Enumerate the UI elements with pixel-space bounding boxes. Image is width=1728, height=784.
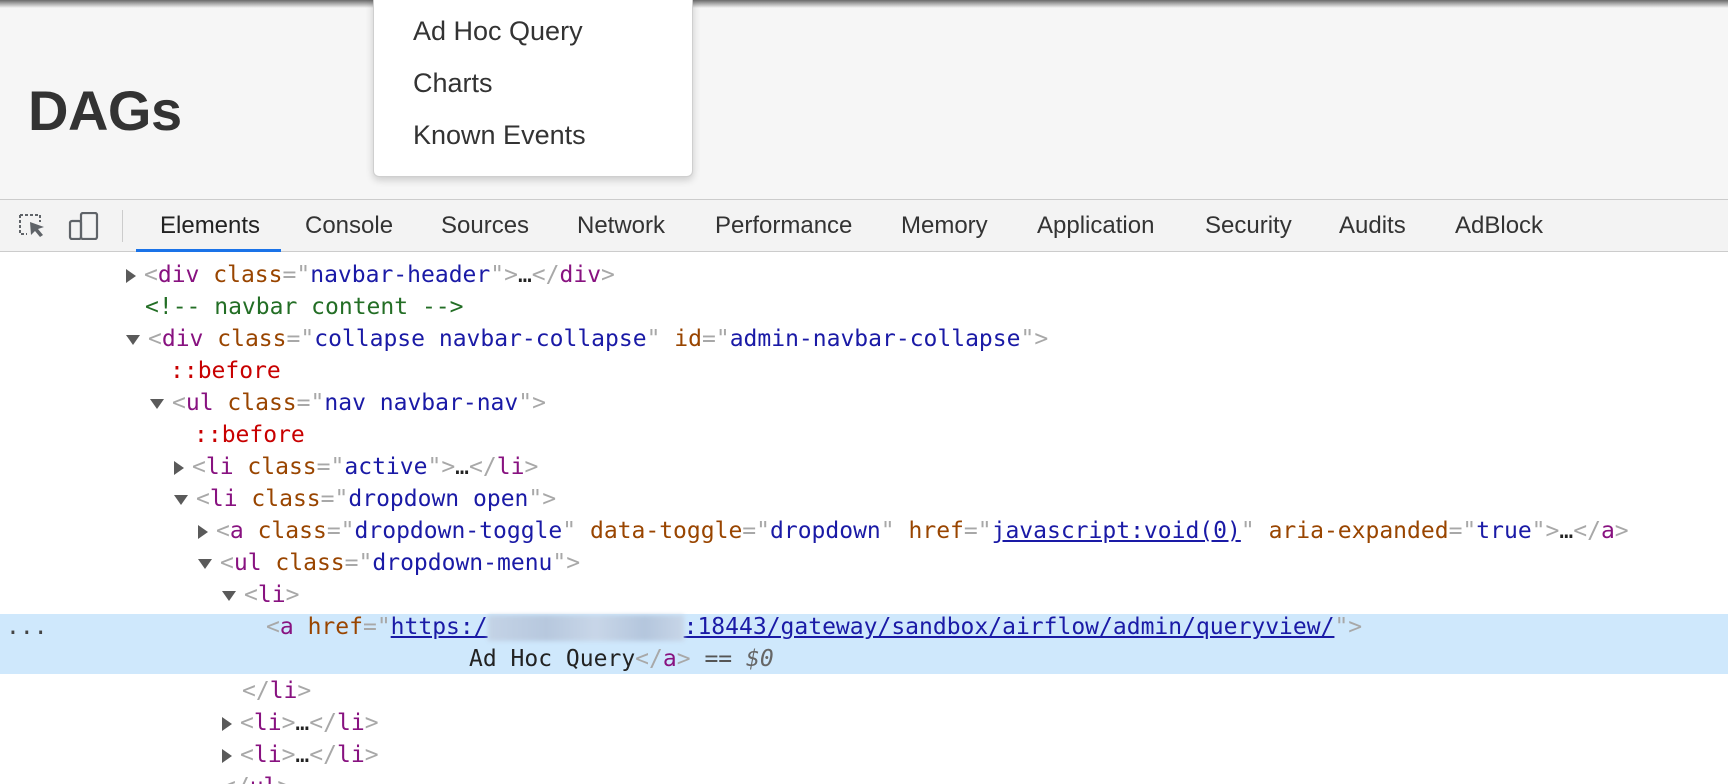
collapse-arrow-icon[interactable] <box>198 558 212 569</box>
tab-console[interactable]: Console <box>305 200 393 251</box>
tab-application[interactable]: Application <box>1037 200 1154 251</box>
dom-pseudo-before[interactable]: ::before <box>0 419 1728 451</box>
dom-node-ul-close[interactable]: </ul> <box>0 771 1728 784</box>
expand-arrow-icon[interactable] <box>174 460 184 475</box>
dom-pseudo-before[interactable]: ::before <box>0 355 1728 387</box>
href-link[interactable]: javascript:void(0) <box>992 518 1241 544</box>
dropdown-item-ad-hoc-query[interactable]: Ad Hoc Query <box>413 16 583 47</box>
dom-node-li-dropdown[interactable]: <li class="dropdown open"> <box>0 483 1728 515</box>
navbar-dropdown-menu: Ad Hoc Query Charts Known Events <box>373 0 693 177</box>
dom-node-a-dropdown-toggle[interactable]: <a class="dropdown-toggle" data-toggle="… <box>0 515 1728 547</box>
dom-node-ul-nav[interactable]: <ul class="nav navbar-nav"> <box>0 387 1728 419</box>
collapse-arrow-icon[interactable] <box>150 398 164 409</box>
toolbar-divider <box>122 210 123 242</box>
expand-arrow-icon[interactable] <box>126 268 136 283</box>
page-viewport: DAGs Ad Hoc Query Charts Known Events <box>0 0 1728 199</box>
dom-comment-navbar-content[interactable]: <!-- navbar content --> <box>0 291 1728 323</box>
page-title: DAGs <box>28 79 182 142</box>
tab-elements[interactable]: Elements <box>160 200 260 251</box>
tab-audits[interactable]: Audits <box>1339 200 1406 251</box>
collapse-arrow-icon[interactable] <box>126 334 140 345</box>
dropdown-item-known-events[interactable]: Known Events <box>413 120 586 151</box>
dom-node-navbar-collapse[interactable]: <div class="collapse navbar-collapse" id… <box>0 323 1728 355</box>
inspect-element-icon[interactable] <box>17 212 47 240</box>
tab-security[interactable]: Security <box>1205 200 1292 251</box>
navbar-shadow <box>0 0 1728 8</box>
tab-sources[interactable]: Sources <box>441 200 529 251</box>
collapse-arrow-icon[interactable] <box>222 590 236 601</box>
dropdown-item-charts[interactable]: Charts <box>413 68 493 99</box>
tab-adblock[interactable]: AdBlock <box>1455 200 1543 251</box>
dom-node-ul-dropdown-menu[interactable]: <ul class="dropdown-menu"> <box>0 547 1728 579</box>
devtools-toolbar: Elements Console Sources Network Perform… <box>0 199 1728 252</box>
dom-node-li[interactable]: <li>…</li> <box>0 707 1728 739</box>
dom-node-li[interactable]: <li> <box>0 579 1728 611</box>
dom-node-a-selected-text[interactable]: Ad Hoc Query</a> == $0 <box>0 643 1728 675</box>
tab-performance[interactable]: Performance <box>715 200 852 251</box>
expand-arrow-icon[interactable] <box>222 748 232 763</box>
dom-node-a-selected[interactable]: ... <a href="https:/:18443/gateway/sandb… <box>0 611 1728 643</box>
expand-arrow-icon[interactable] <box>222 716 232 731</box>
dom-node-li-close[interactable]: </li> <box>0 675 1728 707</box>
tab-memory[interactable]: Memory <box>901 200 988 251</box>
dom-node-li-active[interactable]: <li class="active">…</li> <box>0 451 1728 483</box>
redacted-hostname <box>487 614 684 641</box>
href-link-queryview[interactable]: https:/:18443/gateway/sandbox/airflow/ad… <box>391 614 1334 641</box>
dom-node-navbar-header[interactable]: <div class="navbar-header">…</div> <box>0 259 1728 291</box>
expand-arrow-icon[interactable] <box>198 524 208 539</box>
more-options-icon[interactable]: ... <box>6 611 48 643</box>
device-toolbar-icon[interactable] <box>68 211 99 241</box>
tab-network[interactable]: Network <box>577 200 665 251</box>
elements-dom-tree[interactable]: <div class="navbar-header">…</div> <!-- … <box>0 252 1728 784</box>
dom-node-li[interactable]: <li>…</li> <box>0 739 1728 771</box>
collapse-arrow-icon[interactable] <box>174 494 188 505</box>
